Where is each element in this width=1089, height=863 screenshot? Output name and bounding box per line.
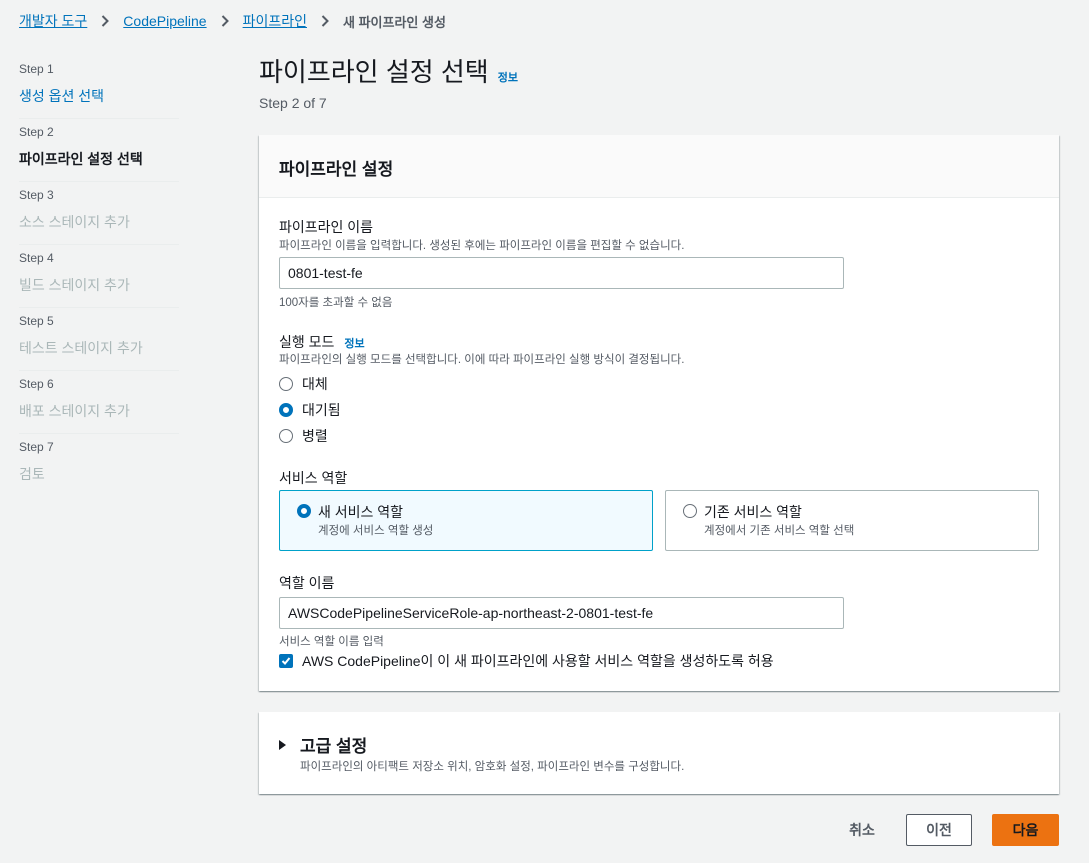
radio-label: 병렬 (302, 428, 328, 444)
radio-button-selected[interactable] (279, 403, 293, 417)
pipeline-name-label: 파이프라인 이름 (279, 219, 374, 235)
advanced-settings-toggle[interactable]: 고급 설정 (279, 732, 367, 757)
allow-create-role-checkbox-row[interactable]: AWS CodePipeline이 이 새 파이프라인에 사용할 서비스 역할을… (279, 651, 774, 671)
checkbox-label: AWS CodePipeline이 이 새 파이프라인에 사용할 서비스 역할을… (302, 653, 774, 669)
breadcrumb-developer-tools[interactable]: 개발자 도구 (19, 11, 87, 31)
chevron-right-icon (221, 15, 229, 27)
service-role-label: 서비스 역할 (279, 470, 348, 486)
execution-mode-label-row: 실행 모드 정보 (279, 332, 365, 352)
page-title: 파이프라인 설정 선택 (259, 57, 489, 87)
breadcrumb-current: 새 파이프라인 생성 (343, 14, 446, 30)
breadcrumb-codepipeline[interactable]: CodePipeline (123, 13, 206, 29)
breadcrumb: 개발자 도구 CodePipeline 파이프라인 새 파이프라인 생성 (19, 10, 446, 32)
checkbox-checked[interactable] (279, 654, 293, 668)
step-number: Step 1 (19, 62, 54, 76)
previous-button[interactable]: 이전 (906, 814, 972, 846)
step-number: Step 3 (19, 188, 54, 202)
next-button[interactable]: 다음 (992, 814, 1059, 846)
step-title: 빌드 스테이지 추가 (19, 277, 130, 293)
step-title: 배포 스테이지 추가 (19, 403, 130, 419)
chevron-right-icon (321, 15, 329, 27)
step-title: 파이프라인 설정 선택 (19, 151, 143, 167)
panel-header: 파이프라인 설정 (259, 135, 1059, 198)
pipeline-name-description: 파이프라인 이름을 입력합니다. 생성된 후에는 파이프라인 이름을 편집할 수… (279, 240, 685, 252)
radio-button-selected[interactable] (297, 504, 311, 518)
wizard-step-5: Step 5 테스트 스테이지 추가 (19, 308, 179, 371)
advanced-settings-title: 고급 설정 (300, 737, 368, 756)
tile-title: 새 서비스 역할 (318, 504, 404, 520)
step-title: 검토 (19, 466, 45, 482)
step-number: Step 7 (19, 440, 54, 454)
tile-description: 계정에서 기존 서비스 역할 선택 (704, 525, 855, 537)
role-name-constraint: 서비스 역할 이름 입력 (279, 636, 384, 648)
cancel-button[interactable]: 취소 (836, 814, 888, 846)
execution-mode-option-parallel[interactable]: 병렬 (279, 426, 328, 446)
step-number: Step 5 (19, 314, 54, 328)
execution-mode-option-queued[interactable]: 대기됨 (279, 400, 341, 420)
radio-label: 대체 (302, 376, 328, 392)
execution-mode-info-link[interactable]: 정보 (344, 335, 364, 351)
tile-title: 기존 서비스 역할 (704, 504, 802, 520)
step-number: Step 6 (19, 377, 54, 391)
role-name-input[interactable] (279, 597, 844, 629)
wizard-step-3: Step 3 소스 스테이지 추가 (19, 182, 179, 245)
pipeline-name-input[interactable] (279, 257, 844, 289)
wizard-step-2: Step 2 파이프라인 설정 선택 (19, 119, 179, 182)
wizard-step-7: Step 7 검토 (19, 434, 179, 497)
execution-mode-label: 실행 모드 (279, 334, 335, 350)
breadcrumb-pipelines[interactable]: 파이프라인 (243, 11, 307, 31)
service-role-new-tile[interactable]: 새 서비스 역할 계정에 서비스 역할 생성 (279, 490, 653, 551)
step-number: Step 2 (19, 125, 54, 139)
execution-mode-description: 파이프라인의 실행 모드를 선택합니다. 이에 따라 파이프라인 실행 방식이 … (279, 354, 685, 366)
role-name-label: 역할 이름 (279, 575, 335, 591)
step-indicator: Step 2 of 7 (259, 95, 327, 111)
step-title: 소스 스테이지 추가 (19, 214, 130, 230)
pipeline-settings-panel: 파이프라인 설정 파이프라인 이름 파이프라인 이름을 입력합니다. 생성된 후… (259, 135, 1059, 691)
radio-button[interactable] (279, 377, 293, 391)
wizard-step-1[interactable]: Step 1 생성 옵션 선택 (19, 56, 179, 119)
advanced-settings-panel: 고급 설정 파이프라인의 아티팩트 저장소 위치, 암호화 설정, 파이프라인 … (259, 712, 1059, 794)
wizard-step-6: Step 6 배포 스테이지 추가 (19, 371, 179, 434)
service-role-existing-tile[interactable]: 기존 서비스 역할 계정에서 기존 서비스 역할 선택 (665, 490, 1039, 551)
execution-mode-option-replace[interactable]: 대체 (279, 374, 328, 394)
page-header: 파이프라인 설정 선택 정보 (259, 52, 518, 89)
pipeline-name-constraint: 100자를 초과할 수 없음 (279, 297, 393, 309)
wizard-steps: Step 1 생성 옵션 선택 Step 2 파이프라인 설정 선택 Step … (19, 56, 179, 497)
step-title[interactable]: 생성 옵션 선택 (19, 86, 179, 106)
check-icon (281, 657, 291, 665)
panel-title: 파이프라인 설정 (279, 160, 394, 179)
radio-button[interactable] (683, 504, 697, 518)
caret-right-icon (279, 739, 286, 750)
radio-button[interactable] (279, 429, 293, 443)
tile-description: 계정에 서비스 역할 생성 (318, 525, 434, 537)
radio-label: 대기됨 (302, 402, 341, 418)
wizard-step-4: Step 4 빌드 스테이지 추가 (19, 245, 179, 308)
step-title: 테스트 스테이지 추가 (19, 340, 143, 356)
page-info-link[interactable]: 정보 (498, 69, 518, 85)
step-number: Step 4 (19, 251, 54, 265)
chevron-right-icon (101, 15, 110, 27)
advanced-settings-description: 파이프라인의 아티팩트 저장소 위치, 암호화 설정, 파이프라인 변수를 구성… (300, 761, 685, 773)
